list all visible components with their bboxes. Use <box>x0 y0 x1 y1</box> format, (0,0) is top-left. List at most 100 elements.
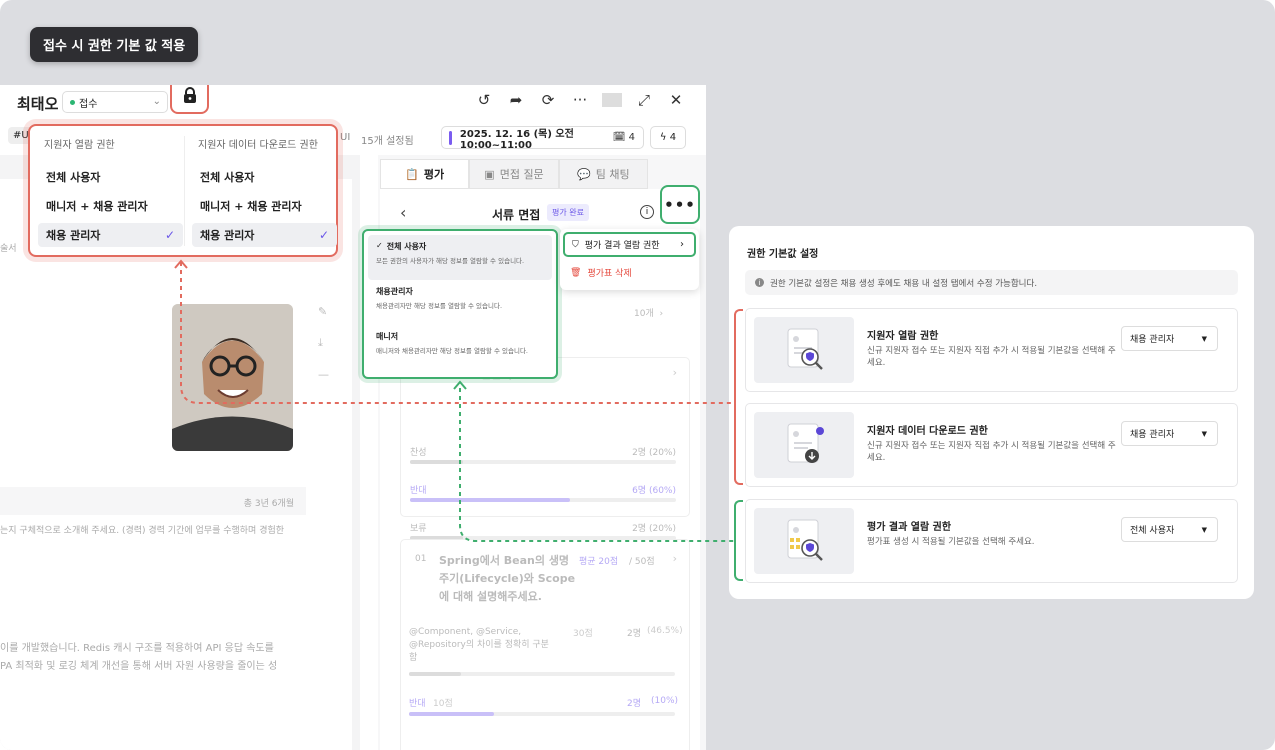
chat-icon: 💬 <box>577 167 591 181</box>
row-count: 10개 › <box>634 309 664 319</box>
document-download-icon <box>787 423 824 463</box>
delete-evaluation-item[interactable]: 🗑 평가표 삭제 <box>563 260 696 285</box>
refresh-icon[interactable]: ⟳ <box>538 91 558 109</box>
eval-view-illustration <box>754 508 854 574</box>
vote-label: 반대 <box>410 486 427 496</box>
option-desc: 매니저와 채용관리자만 해당 정보를 열람할 수 있습니다. <box>376 347 529 355</box>
chevron-right-icon[interactable]: › <box>673 366 677 379</box>
setting-select[interactable]: 채용 관리자 ▼ <box>1121 326 1218 351</box>
option-all-users[interactable]: 전체 사용자 <box>192 165 337 189</box>
option-title: 전체 사용자 <box>386 242 427 251</box>
question-line: 에 대해 설명해주세요. <box>439 590 542 603</box>
doc-download-illustration <box>754 412 854 478</box>
criterion-line: @Component, @Service, <box>409 627 522 637</box>
visibility-option-manager[interactable]: 매니저 매니저와 채용관리자만 해당 정보를 열람할 수 있습니다. <box>368 325 552 370</box>
option-title: 매니저 <box>376 332 399 341</box>
settings-panel: 권한 기본값 설정 i 권한 기본값 설정은 채용 생성 후에도 채용 내 설정… <box>729 226 1254 599</box>
view-permission-column: 지원자 열람 권한 전체 사용자 매니저 + 채용 관리자 채용 관리자 ✓ <box>38 136 183 252</box>
visibility-option-all[interactable]: ✓ 전체 사용자 모든 권한의 사용자가 해당 정보를 열람할 수 있습니다. <box>368 235 552 280</box>
interview-date-chip[interactable]: 2025. 12. 16 (목) 오전 10:00~11:00 🗓 4 <box>441 126 644 151</box>
info-icon: i <box>755 278 764 287</box>
calendar-count: 🗓 4 <box>612 132 635 143</box>
opp-score: 10점 <box>433 699 453 709</box>
more-icon[interactable]: ··· <box>570 91 590 109</box>
status-value: 접수 <box>79 98 98 110</box>
header-actions: ↺ ➦ ⟳ ··· ⤢ ✕ <box>474 91 686 109</box>
document-shield-icon <box>787 328 823 370</box>
vote-count-value: 2명 <box>632 448 647 458</box>
visibility-popover: ✓ 전체 사용자 모든 권한의 사용자가 해당 정보를 열람할 수 있습니다. 채… <box>362 229 558 379</box>
question-line: 주기(Lifecycle)와 Scope <box>439 572 576 585</box>
eval-tabs: 📋 평가 ▣ 면접 질문 💬 팀 채팅 <box>380 159 648 189</box>
view-permission-item[interactable]: ⛉ 평가 결과 열람 권한 › <box>563 232 696 257</box>
setting-desc: 평가표 생성 시 적용될 기본값을 선택해 주세요. <box>867 537 1035 547</box>
lock-button[interactable] <box>170 85 209 114</box>
close-icon[interactable]: ✕ <box>666 91 686 109</box>
criterion-fill <box>409 672 461 676</box>
more-icon: ••• <box>664 195 696 214</box>
tab-label: 팀 채팅 <box>595 168 630 181</box>
option-label: 전체 사용자 <box>200 171 255 184</box>
opp-count: 2명 <box>627 699 642 709</box>
option-all-users[interactable]: 전체 사용자 <box>38 165 183 189</box>
setting-select[interactable]: 채용 관리자 ▼ <box>1121 421 1218 446</box>
bolt-count: 4 <box>669 132 677 143</box>
question-icon: ▣ <box>484 167 495 181</box>
criterion-score: 30점 <box>573 629 593 639</box>
tab-team-chat[interactable]: 💬 팀 채팅 <box>558 159 648 189</box>
settings-notice: i 권한 기본값 설정은 채용 생성 후에도 채용 내 설정 탭에서 수정 가능… <box>745 270 1238 295</box>
setting-select[interactable]: 전체 사용자 ▼ <box>1121 517 1218 542</box>
status-select[interactable]: 접수 ⌄ <box>62 91 168 113</box>
vote-count: 2명 (20%) <box>632 521 676 534</box>
question-text: Spring에서 Bean의 생명 주기(Lifecycle)와 Scope 에… <box>439 552 575 606</box>
canvas: { "tooltip": {"label": "접수 시 권한 기본 값 적용"… <box>0 0 1275 750</box>
candidate-name: 최태오 <box>17 95 59 113</box>
tab-evaluation[interactable]: 📋 평가 <box>380 159 470 189</box>
criterion-track <box>409 672 675 676</box>
setting-row-download: 지원자 데이터 다운로드 권한 신규 지원자 접수 또는 지원자 직접 추가 시… <box>745 403 1238 487</box>
chevron-right-icon[interactable]: › <box>673 552 677 565</box>
setting-title: 지원자 데이터 다운로드 권한 <box>867 426 988 437</box>
question-box: 01 Spring에서 Bean의 생명 주기(Lifecycle)와 Scop… <box>400 539 690 750</box>
dash-icon: — <box>318 368 329 381</box>
bolt-chip[interactable]: ϟ 4 <box>650 126 686 149</box>
vote-pct: (20%) <box>648 448 676 458</box>
setting-title: 평가 결과 열람 권한 <box>867 522 952 533</box>
option-label: 매니저 + 채용 관리자 <box>200 200 302 213</box>
check-icon: ✓ <box>376 241 383 250</box>
check-icon: ✓ <box>318 228 329 242</box>
setting-title: 지원자 열람 권한 <box>867 331 939 342</box>
tab-interview-questions[interactable]: ▣ 면접 질문 <box>469 159 559 189</box>
option-manager-recruiter[interactable]: 매니저 + 채용 관리자 <box>192 194 337 218</box>
option-manager-recruiter[interactable]: 매니저 + 채용 관리자 <box>38 194 183 218</box>
expand-icon[interactable]: ⤢ <box>634 91 654 109</box>
red-bracket <box>734 309 743 485</box>
history-icon[interactable]: ↺ <box>474 91 494 109</box>
evaluation-status-badge: 평가 완료 <box>547 204 589 221</box>
evaluation-title: 서류 면접 <box>492 208 541 222</box>
notice-text: 권한 기본값 설정은 채용 생성 후에도 채용 내 설정 탭에서 수정 가능합니… <box>770 278 1038 289</box>
info-icon[interactable]: i <box>640 205 654 219</box>
criterion-line: @Repository의 차이를 정확히 구분 <box>409 640 549 650</box>
option-recruiter[interactable]: 채용 관리자 ✓ <box>38 223 183 247</box>
criterion-pct: (46.5%) <box>647 626 683 636</box>
download-permission-column: 지원자 데이터 다운로드 권한 전체 사용자 매니저 + 채용 관리자 채용 관… <box>192 136 337 252</box>
more-options-button[interactable]: ••• <box>660 185 700 224</box>
hint-text: 는지 구체적으로 소개해 주세요. (경력) 경력 기간에 업무를 수행하며 경… <box>0 526 285 536</box>
share-icon[interactable]: ➦ <box>506 91 526 109</box>
option-label: 채용 관리자 <box>46 229 101 242</box>
vote-count-value: 2명 <box>632 524 647 534</box>
criterion-count: 2명 <box>627 629 642 639</box>
setting-desc: 신규 지원자 접수 또는 지원자 직접 추가 시 적용될 기본값을 선택해 주세… <box>867 441 1116 464</box>
option-label: 채용 관리자 <box>200 229 255 242</box>
chevron-right-icon: › <box>680 239 684 250</box>
visibility-option-recruiter[interactable]: 채용관리자 채용관리자만 해당 정보를 열람할 수 있습니다. <box>368 280 552 325</box>
opp-label: 반대 <box>409 699 426 709</box>
download-icon[interactable]: ⤓ <box>318 336 332 350</box>
vote-track <box>410 498 676 502</box>
edit-icon[interactable]: ✎ <box>318 305 332 318</box>
option-recruiter[interactable]: 채용 관리자 ✓ <box>192 223 337 247</box>
setting-row-eval: 평가 결과 열람 권한 평가표 생성 시 적용될 기본값을 선택해 주세요. 전… <box>745 499 1238 583</box>
lock-icon <box>183 87 196 103</box>
back-chevron-icon[interactable]: ‹ <box>400 203 406 222</box>
